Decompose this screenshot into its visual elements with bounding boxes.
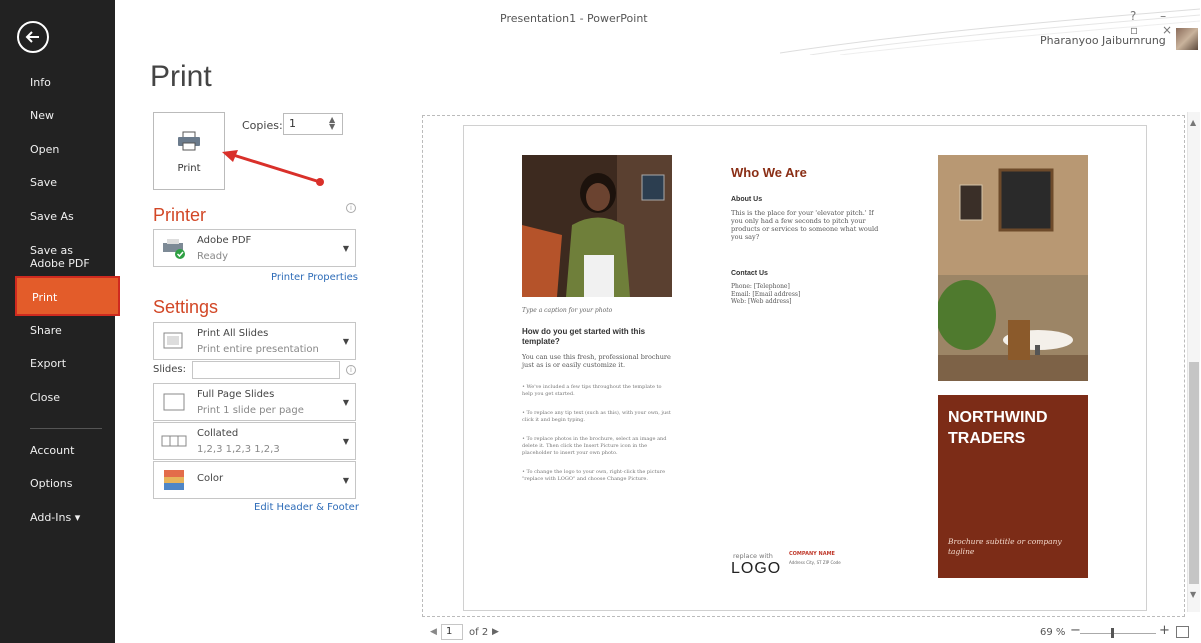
- who-we-are-heading: Who We Are: [731, 165, 807, 180]
- slides-icon: [163, 332, 183, 349]
- zoom-level[interactable]: 69 %: [1040, 627, 1065, 638]
- scroll-down-icon[interactable]: ▼: [1190, 590, 1196, 599]
- printer-heading: Printer: [153, 205, 207, 225]
- copies-stepper[interactable]: ▲ ▼: [329, 116, 335, 131]
- about-heading: About Us: [731, 196, 763, 203]
- sidebar-item-close[interactable]: Close: [0, 391, 115, 404]
- brand-subtitle: Brochure subtitle or company tagline: [948, 537, 1062, 556]
- window-title: Presentation1 - PowerPoint: [500, 12, 648, 25]
- company-name: COMPANY NAME: [789, 551, 835, 557]
- zoom-slider[interactable]: [1080, 633, 1156, 634]
- settings-heading: Settings: [153, 297, 219, 317]
- contact-heading: Contact Us: [731, 270, 768, 277]
- sidebar-item-save-as[interactable]: Save As: [0, 210, 115, 223]
- previous-page-icon[interactable]: ◀: [430, 627, 437, 637]
- printer-name: Adobe PDF: [197, 235, 252, 246]
- print-range-sub: Print entire presentation: [197, 344, 319, 355]
- annotation-arrow: [222, 150, 324, 186]
- color-dropdown[interactable]: Color ▼: [153, 461, 356, 499]
- dropdown-arrow-icon: ▼: [342, 476, 349, 485]
- contact-lines: Phone: [Telephone] Email: [Email address…: [731, 283, 801, 305]
- printer-icon: [178, 131, 200, 151]
- slides-input[interactable]: [192, 361, 340, 379]
- tip-bullet: • To change the logo to your own, right-…: [522, 469, 666, 482]
- photo-caption: Type a caption for your photo: [522, 307, 613, 314]
- printer-device-icon: [163, 239, 185, 259]
- zoom-in-button[interactable]: +: [1159, 623, 1170, 638]
- start-text: You can use this fresh, professional bro…: [522, 353, 671, 369]
- backstage-sidebar: Info New Open Save Save As Save as Adobe…: [0, 0, 120, 643]
- back-arrow-icon[interactable]: [17, 21, 49, 53]
- tip-bullet: • We've included a few tips throughout t…: [522, 384, 662, 397]
- color-icon: [164, 470, 184, 490]
- dropdown-arrow-icon: ▼: [342, 437, 349, 446]
- sidebar-item-add-ins[interactable]: Add-Ins ▾: [0, 511, 115, 524]
- collate-title: Collated: [197, 428, 239, 439]
- layout-dropdown[interactable]: Full Page Slides Print 1 slide per page …: [153, 383, 356, 421]
- company-address: Address City, ST ZIP Code: [789, 560, 841, 565]
- fit-to-window-icon[interactable]: [1176, 626, 1189, 638]
- sidebar-item-account[interactable]: Account: [0, 444, 115, 457]
- color-title: Color: [197, 473, 224, 484]
- sidebar-item-print[interactable]: Print: [15, 276, 120, 316]
- full-page-icon: [163, 393, 185, 411]
- brand-panel: NORTHWIND TRADERS Brochure subtitle or c…: [938, 395, 1088, 578]
- scroll-up-icon[interactable]: ▲: [1190, 118, 1196, 127]
- user-name[interactable]: Pharanyoo Jaiburnrung: [1040, 34, 1166, 47]
- sidebar-item-new[interactable]: New: [0, 109, 115, 122]
- dropdown-arrow-icon: ▼: [342, 337, 349, 346]
- scroll-thumb[interactable]: [1189, 362, 1199, 584]
- dropdown-arrow-icon: ▼: [342, 244, 349, 253]
- logo-placeholder: LOGO: [731, 560, 782, 577]
- sidebar-item-share[interactable]: Share: [0, 324, 115, 337]
- about-text: This is the place for your 'elevator pit…: [731, 209, 879, 241]
- logo-placeholder-caption: replace with: [733, 552, 773, 560]
- print-range-dropdown[interactable]: Print All Slides Print entire presentati…: [153, 322, 356, 360]
- edit-header-footer-link[interactable]: Edit Header & Footer: [254, 502, 359, 513]
- sidebar-item-export[interactable]: Export: [0, 357, 115, 370]
- page-count: of 2: [469, 627, 489, 638]
- avatar[interactable]: [1176, 28, 1198, 50]
- printer-dropdown[interactable]: Adobe PDF Ready ▼: [153, 229, 356, 267]
- collated-icon: [161, 435, 187, 447]
- printer-status: Ready: [197, 251, 229, 262]
- collate-dropdown[interactable]: Collated 1,2,3 1,2,3 1,2,3 ▼: [153, 422, 356, 460]
- brand-title: NORTHWIND TRADERS: [948, 409, 1048, 447]
- sidebar-item-info[interactable]: Info: [0, 76, 115, 89]
- zoom-slider-thumb[interactable]: [1110, 628, 1114, 638]
- sidebar-divider: [30, 428, 102, 429]
- page-title: Print: [150, 60, 212, 93]
- start-heading: How do you get started with this templat…: [522, 327, 646, 346]
- printer-info-icon[interactable]: i: [346, 203, 356, 213]
- layout-sub: Print 1 slide per page: [197, 405, 304, 416]
- sidebar-item-open[interactable]: Open: [0, 143, 115, 156]
- sidebar-item-save[interactable]: Save: [0, 176, 115, 189]
- printer-properties-link[interactable]: Printer Properties: [271, 272, 358, 283]
- copies-label: Copies:: [242, 119, 283, 132]
- page-number-input[interactable]: 1: [441, 624, 463, 640]
- collate-sub: 1,2,3 1,2,3 1,2,3: [197, 444, 280, 455]
- brochure-photo-cafe: [938, 155, 1088, 381]
- zoom-out-button[interactable]: −: [1070, 623, 1081, 638]
- brochure-photo-woman: [522, 155, 672, 297]
- next-page-icon[interactable]: ▶: [492, 627, 499, 637]
- slides-info-icon[interactable]: i: [346, 365, 356, 375]
- tip-bullet: • To replace any tip text (such as this)…: [522, 410, 671, 423]
- sidebar-item-options[interactable]: Options: [0, 477, 115, 490]
- dropdown-arrow-icon: ▼: [342, 398, 349, 407]
- print-range-title: Print All Slides: [197, 328, 269, 339]
- sidebar-item-save-as-pdf[interactable]: Save as Adobe PDF: [0, 244, 110, 270]
- slides-label: Slides:: [153, 364, 186, 375]
- layout-title: Full Page Slides: [197, 389, 275, 400]
- tip-bullet: • To replace photos in the brochure, sel…: [522, 436, 667, 456]
